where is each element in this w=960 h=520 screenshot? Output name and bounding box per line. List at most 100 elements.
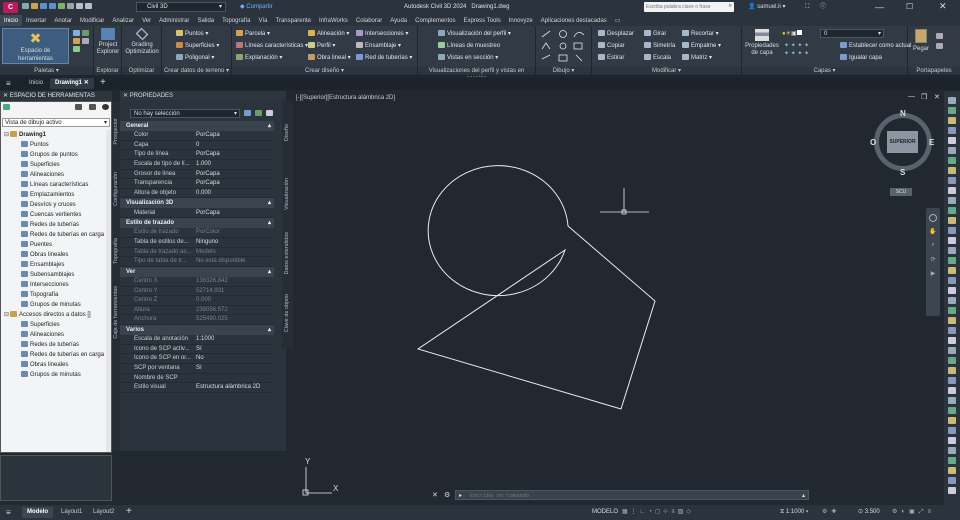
new-layout-button[interactable]: + [126,506,132,518]
property-row[interactable]: SCP por ventana Sí [120,364,274,374]
collapse-icon[interactable]: ▴ [268,325,271,335]
design-center-icon[interactable] [73,38,80,44]
tree-item[interactable]: ⊟ Accesos directos a datos [] [1,310,113,320]
collapse-icon[interactable]: ▴ [268,121,271,131]
tree-item[interactable]: Desvíos y cruces [1,200,113,210]
xref-icon[interactable] [948,347,956,354]
section-views-button[interactable]: Vistas en sección ▾ [438,54,498,62]
toolspace-list-icon[interactable] [75,104,82,110]
viewcube-east[interactable]: E [929,138,934,147]
tree-item[interactable]: Obras lineales [1,360,113,370]
move-icon[interactable] [948,457,956,464]
select-objects-icon[interactable] [255,110,262,116]
ortho-icon[interactable] [948,237,956,244]
ribbon-tab-10[interactable]: Transparente [272,15,315,26]
collapse-icon[interactable]: ▴ [268,267,271,277]
layer-thaw-icon[interactable]: ✦ [797,51,802,57]
audit-icon[interactable] [948,397,956,404]
recover-icon[interactable] [948,407,956,414]
grading-optimization-button[interactable]: Grading Optimization [124,27,160,56]
orbit-icon[interactable] [948,207,956,214]
workspace-switch-icon[interactable]: ⚙ [892,509,901,515]
property-row[interactable]: Tabla de trazado as... Modelo [120,248,274,258]
close-button[interactable]: ✕ [939,1,947,12]
property-row[interactable]: Altura 238056.572 [120,306,274,316]
open-icon[interactable] [31,3,38,9]
hardware-accel-icon[interactable]: ▣ [909,509,919,515]
property-row[interactable]: Anchura 525490.025 [120,315,274,325]
tree-item[interactable]: Topografía [1,290,113,300]
measure-icon[interactable] [948,177,956,184]
command-settings-icon[interactable]: ⚙ [444,491,450,499]
tree-item[interactable]: Redes de tuberías en carga [1,230,113,240]
ribbon-tab-6[interactable]: Administrar [155,15,193,26]
spline-tool-icon[interactable] [541,54,551,60]
ellipse-tool-icon[interactable] [559,42,567,50]
web-icon[interactable] [58,3,65,9]
layer-properties-button[interactable]: Propiedades de capa [744,29,780,57]
ribbon-minimize-icon[interactable]: ▭ [611,15,625,26]
light-icon[interactable] [948,307,956,314]
circle-tool-icon[interactable] [559,30,567,38]
redo-icon[interactable] [85,3,92,9]
zoom-icon[interactable]: ⌕ [929,242,937,250]
layer-unisolate-icon[interactable]: ✦ [791,51,796,57]
tree-item[interactable]: Subensamblajes [1,270,113,280]
property-value[interactable]: 1:1000 [196,335,214,345]
customize-icon[interactable]: ≡ [928,509,936,515]
copy-icon[interactable] [948,467,956,474]
property-value[interactable]: 0.000 [196,189,211,199]
quick-select-icon[interactable] [266,110,273,116]
isolate-objects-icon[interactable]: ◐ [901,509,909,515]
polar-icon[interactable] [948,247,956,254]
ribbon-tab-17[interactable]: Aplicaciones destacadas [537,15,611,26]
ribbon-tab-2[interactable]: Anotar [50,15,76,26]
share-button[interactable]: ◆ Compartir [240,3,273,12]
undo-icon[interactable] [76,3,83,9]
tab-start[interactable]: Inicio [24,78,48,89]
selection-cycling-icon[interactable]: ◇ [686,509,694,515]
tab-drawing1[interactable]: Drawing1 ✕ [50,78,94,89]
collapse-icon[interactable]: ▴ [268,218,271,228]
ribbon-tab-9[interactable]: Vía [254,15,271,26]
toolspace-grid-icon[interactable] [89,104,96,110]
tree-item[interactable]: Superficies [1,160,113,170]
property-section-header[interactable]: Ver ▴ [120,266,274,277]
property-row[interactable]: Capa 0 [120,141,274,151]
property-value[interactable]: Sí [196,345,202,355]
tree-item[interactable]: ⊟ Drawing1 [1,130,113,140]
ribbon-tab-0[interactable]: Inicio [0,15,23,26]
section-icon[interactable] [948,337,956,344]
view-icon[interactable] [948,287,956,294]
properties-icon[interactable] [948,97,956,104]
move-button[interactable]: Desplazar [598,30,634,38]
ribbon-tab-14[interactable]: Complementos [411,15,459,26]
tree-item[interactable]: Superficies [1,320,113,330]
panorama-icon[interactable] [73,46,80,52]
command-close-icon[interactable]: ✕ [432,491,438,499]
wcs-menu[interactable]: SCU [890,188,912,196]
ribbon-tab-13[interactable]: Ayuda [386,15,411,26]
otrack-icon[interactable]: ⊹ [663,509,671,515]
property-value[interactable]: 0 [196,141,199,151]
property-row[interactable]: Estilo de trazado PorColor [120,228,274,238]
layer-off-icon[interactable]: ✦ [784,43,789,49]
property-value[interactable]: Ninguno [196,238,218,248]
trim-button[interactable]: Recortar ▾ [682,30,719,38]
viewcube-south[interactable]: S [900,168,905,177]
ortho-icon[interactable]: ∟ [640,509,649,515]
alignment-button[interactable]: Alineación ▾ [308,30,349,38]
side-tab-design[interactable]: Diseño [284,124,290,141]
property-value[interactable]: PorCapa [196,179,220,189]
property-row[interactable]: Icono de SCP en or... No [120,354,274,364]
points-button[interactable]: Puntos ▾ [176,30,208,38]
assembly-button[interactable]: Ensamblaje ▾ [356,42,401,50]
layer-on-icon[interactable]: ✦ [784,51,789,57]
leader-icon[interactable] [948,157,956,164]
tree-item[interactable]: Alineaciones [1,330,113,340]
stretch-button[interactable]: Estirar [598,54,624,62]
viewcube-west[interactable]: O [870,138,876,147]
purge-icon[interactable] [948,387,956,394]
property-value[interactable]: PorCapa [196,209,220,219]
ribbon-tab-5[interactable]: Ver [138,15,155,26]
